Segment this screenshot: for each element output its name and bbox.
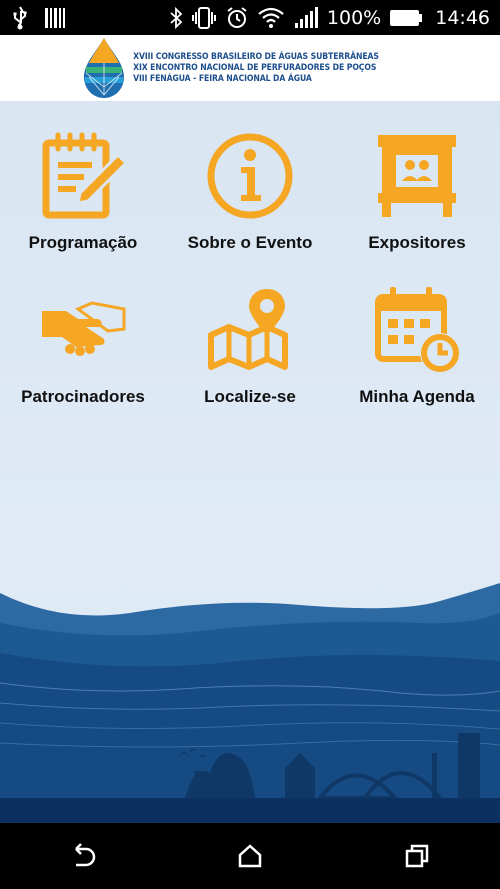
event-logo: XVIII CONGRESSO BRASILEIRO DE ÁGUAS SUBT… (81, 37, 379, 99)
system-nav-bar (0, 823, 500, 889)
recent-apps-button[interactable] (387, 831, 447, 881)
vibrate-icon (191, 6, 217, 30)
menu-item-label: Patrocinadores (21, 387, 145, 406)
waves-skyline-background (0, 583, 500, 823)
barcode-icon (44, 6, 66, 30)
menu-item-label: Programação (28, 233, 138, 252)
menu-item-patrocinadores[interactable]: Patrocinadores (0, 285, 166, 407)
menu-item-label: Localize-se (204, 387, 296, 406)
battery-icon (389, 8, 423, 28)
menu-item-expositores[interactable]: Expositores (334, 131, 500, 253)
handshake-icon (42, 301, 126, 356)
logo-line: XIX ENCONTRO NACIONAL DE PERFURADORES DE… (133, 62, 377, 73)
menu-item-label: Expositores (368, 233, 466, 252)
wifi-icon (257, 6, 285, 30)
menu-item-programacao[interactable]: Programação (0, 131, 166, 253)
water-drop-logo-icon (84, 38, 125, 98)
menu-item-minha-agenda[interactable]: Minha Agenda (334, 285, 500, 407)
battery-percent: 100% (326, 6, 382, 29)
status-bar: 100% 14:46 (0, 0, 500, 35)
clock-time: 14:46 (435, 6, 490, 29)
calendar-clock-icon (375, 287, 460, 373)
back-icon (75, 843, 96, 867)
menu-item-label: Minha Agenda (359, 387, 475, 406)
home-button[interactable] (220, 831, 280, 881)
home-icon (238, 844, 262, 868)
menu-item-sobre-o-evento[interactable]: Sobre o Evento (167, 131, 333, 253)
info-icon (207, 133, 293, 219)
menu-item-label: Sobre o Evento (187, 233, 313, 252)
usb-icon (10, 5, 30, 30)
booth-people-icon (378, 135, 456, 217)
logo-line: XVIII CONGRESSO BRASILEIRO DE ÁGUAS SUBT… (133, 51, 379, 62)
main-content: Programação Sobre o Evento Expositores P… (0, 101, 500, 823)
signal-icon (293, 6, 319, 30)
map-pin-icon (208, 289, 288, 370)
recent-apps-icon (405, 844, 428, 868)
back-button[interactable] (53, 831, 113, 881)
bluetooth-icon (169, 6, 183, 30)
menu-item-localize-se[interactable]: Localize-se (167, 285, 333, 407)
logo-line: VIII FENÁGUA - FEIRA NACIONAL DA ÁGUA (133, 73, 312, 84)
app-header: XVIII CONGRESSO BRASILEIRO DE ÁGUAS SUBT… (0, 35, 500, 101)
alarm-icon (225, 6, 249, 30)
notepad-pencil-icon (42, 132, 128, 219)
